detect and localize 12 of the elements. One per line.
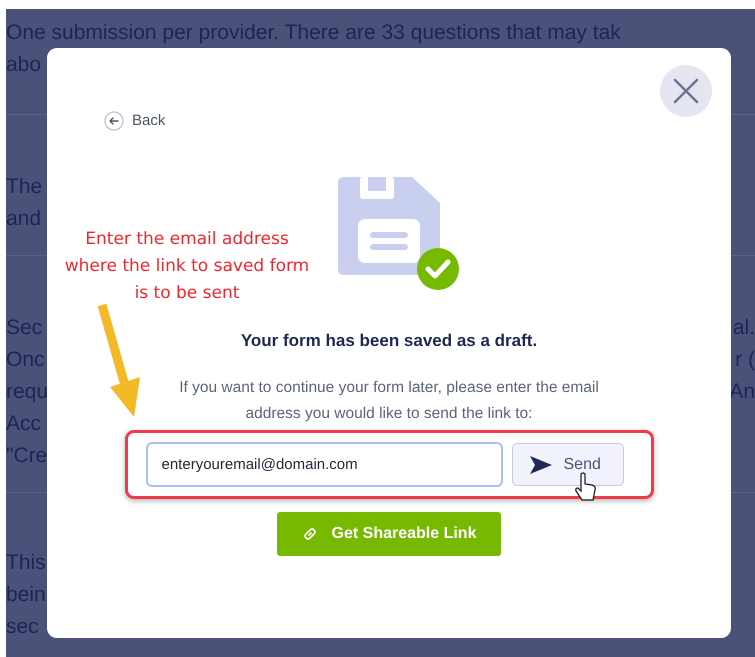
link-icon xyxy=(302,526,318,542)
close-icon xyxy=(673,78,699,104)
close-button[interactable] xyxy=(660,65,712,117)
saved-file-icon xyxy=(338,176,460,292)
send-icon xyxy=(530,456,552,474)
dialog-message: If you want to continue your form later, please enter the email address you would like to send the link to: xyxy=(178,378,600,424)
send-button[interactable]: Send xyxy=(512,443,624,486)
dialog-heading: Your form has been saved as a draft. xyxy=(240,330,538,352)
pointer-cursor-icon xyxy=(574,472,598,502)
back-link[interactable]: Back xyxy=(132,110,166,132)
email-field[interactable]: enteryouremail@domain.com xyxy=(146,442,502,487)
annotation-text: Enter the email address where the link to saved form is to be sent xyxy=(64,228,310,305)
